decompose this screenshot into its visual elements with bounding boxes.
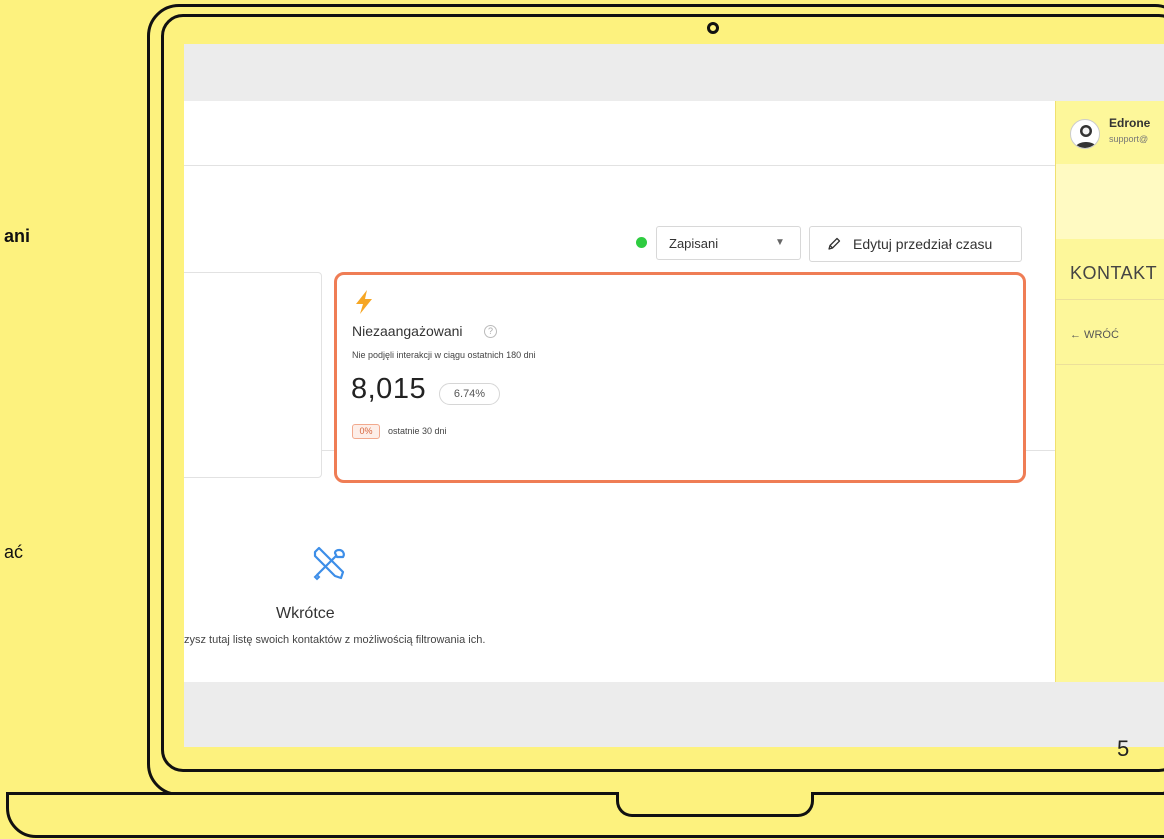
slide-side-heading: ani <box>4 226 31 246</box>
change-badge: 0% <box>352 424 380 439</box>
laptop-camera <box>707 22 719 34</box>
card-subtitle: Nie podjęli interakcji w ciągu ostatnich… <box>352 350 536 360</box>
panel-highlight <box>1056 164 1164 239</box>
contacts-title: KONTAKT <box>1070 263 1158 283</box>
laptop-base <box>6 792 1164 838</box>
status-dot <box>636 237 647 248</box>
laptop-notch <box>616 792 814 817</box>
contacts-side-panel: Edrone support@ KONTAKT ← WRÓĆ <box>1055 101 1164 682</box>
unengaged-card[interactable]: Niezaangażowani ? Nie podjęli interakcji… <box>334 272 1026 483</box>
coming-soon-description: zysz tutaj listę swoich kontaktów z możl… <box>184 634 486 646</box>
page-number: 5 <box>1117 736 1130 761</box>
bolt-icon <box>353 289 375 320</box>
slide-side-text: ać <box>4 542 24 562</box>
pencil-icon <box>826 236 842 257</box>
change-label: ostatnie 30 dni <box>388 426 447 436</box>
edit-time-range-label: Edytuj przedział czasu <box>853 236 993 252</box>
coming-soon-title: Wkrótce <box>276 605 335 622</box>
header-divider <box>184 165 1055 166</box>
edit-time-range-button[interactable]: Edytuj przedział czasu <box>809 226 1022 262</box>
back-link[interactable]: ← WRÓĆ <box>1070 329 1119 341</box>
user-email: support@ <box>1109 134 1149 144</box>
segment-select-value: Zapisani <box>669 236 719 251</box>
panel-divider-2 <box>1056 364 1164 365</box>
user-avatar[interactable] <box>1070 119 1100 149</box>
card-title: Niezaangażowani <box>352 323 463 339</box>
user-name: Edrone <box>1109 116 1151 130</box>
percent-badge: 6.74% <box>439 383 500 405</box>
tools-icon <box>309 544 349 589</box>
caret-down-icon: ▼ <box>775 237 785 248</box>
card-value: 8,015 <box>351 373 427 405</box>
segment-card <box>184 272 322 478</box>
panel-divider <box>1056 299 1164 300</box>
help-icon[interactable]: ? <box>484 325 497 338</box>
segment-select[interactable]: Zapisani ▼ <box>656 226 801 260</box>
app-screen: Zapisani ▼ Edytuj przedział czasu Niezaa… <box>184 44 1164 747</box>
